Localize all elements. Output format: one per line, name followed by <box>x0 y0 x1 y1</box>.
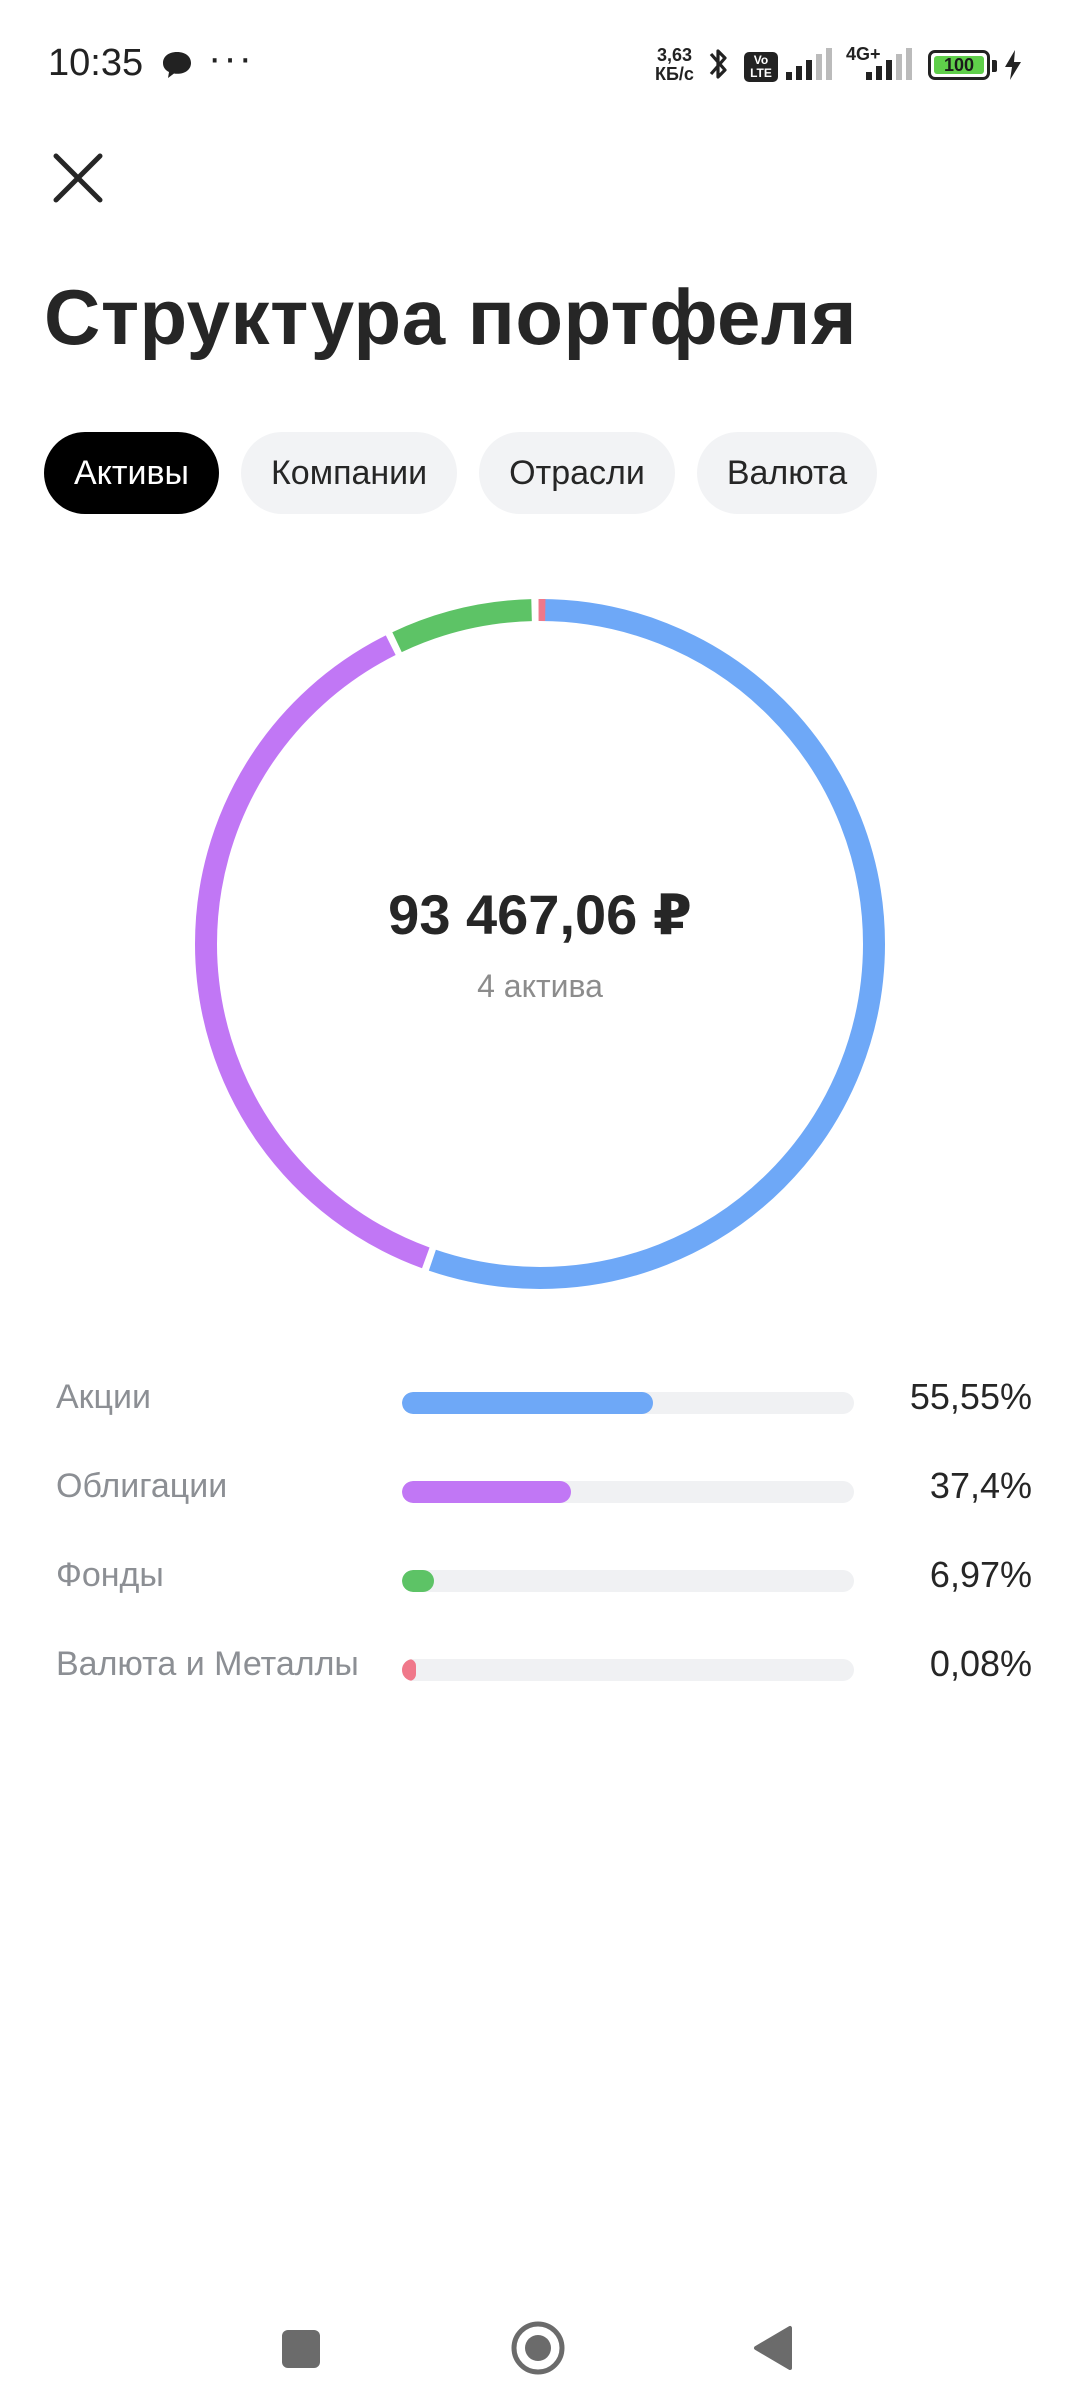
tab-currency[interactable]: Валюта <box>696 432 878 514</box>
breakdown-row-funds[interactable]: Фонды 6,97% <box>56 1538 1032 1627</box>
row-percent: 37,4% <box>929 1465 1032 1506</box>
portfolio-donut: 93 467,06 ₽ 4 актива <box>190 594 890 1294</box>
battery-icon: 100 <box>928 50 990 80</box>
row-percent: 0,08% <box>929 1643 1032 1684</box>
row-label: Акции <box>56 1378 152 1416</box>
network-speed: 3,63 КБ/с <box>655 45 694 84</box>
system-nav-bar <box>0 2290 1080 2400</box>
row-label: Фонды <box>56 1556 164 1594</box>
progress-track <box>402 1481 854 1503</box>
home-icon[interactable] <box>510 2320 566 2376</box>
battery-level: 100 <box>934 56 984 74</box>
battery-tip <box>992 60 997 72</box>
status-time: 10:35 <box>48 42 144 84</box>
progress-track <box>402 1392 854 1414</box>
tab-sectors[interactable]: Отрасли <box>479 432 675 514</box>
progress-fill <box>402 1570 434 1592</box>
close-icon[interactable] <box>50 150 106 206</box>
assets-count: 4 актива <box>477 968 603 1004</box>
signal-icon-2 <box>866 48 912 80</box>
row-label: Валюта и Металлы <box>56 1645 359 1683</box>
bluetooth-icon <box>709 49 727 79</box>
row-percent: 6,97% <box>929 1554 1032 1595</box>
progress-fill <box>402 1392 654 1414</box>
tab-bar: Активы Компании Отрасли Валюта <box>44 432 878 514</box>
breakdown-row-stocks[interactable]: Акции 55,55% <box>56 1360 1032 1449</box>
chat-bubble-icon <box>163 52 191 78</box>
signal-icon <box>786 48 832 80</box>
progress-track <box>402 1659 854 1681</box>
volte-badge: Vo LTE <box>744 52 778 82</box>
status-bar: 10:35 ··· 3,63 КБ/с Vo LTE 4G+ 100 <box>0 0 1080 130</box>
portfolio-total: 93 467,06 ₽ <box>388 883 692 946</box>
row-label: Облигации <box>56 1467 228 1505</box>
more-dots-icon: ··· <box>208 36 254 80</box>
tab-companies[interactable]: Компании <box>241 432 458 514</box>
donut-center: 93 467,06 ₽ 4 актива <box>190 594 890 1294</box>
progress-track <box>402 1570 854 1592</box>
breakdown-row-currency-metals[interactable]: Валюта и Металлы 0,08% <box>56 1627 1032 1716</box>
page-title: Структура портфеля <box>44 273 857 361</box>
breakdown-row-bonds[interactable]: Облигации 37,4% <box>56 1449 1032 1538</box>
recent-apps-icon[interactable] <box>282 2330 320 2368</box>
breakdown-list: Акции 55,55% Облигации 37,4% Фонды 6,97%… <box>56 1360 1032 1716</box>
progress-fill <box>402 1659 416 1681</box>
charging-icon <box>1005 50 1021 80</box>
row-percent: 55,55% <box>909 1376 1032 1417</box>
tab-assets[interactable]: Активы <box>44 432 219 514</box>
back-icon[interactable] <box>752 2324 794 2372</box>
progress-fill <box>402 1481 572 1503</box>
